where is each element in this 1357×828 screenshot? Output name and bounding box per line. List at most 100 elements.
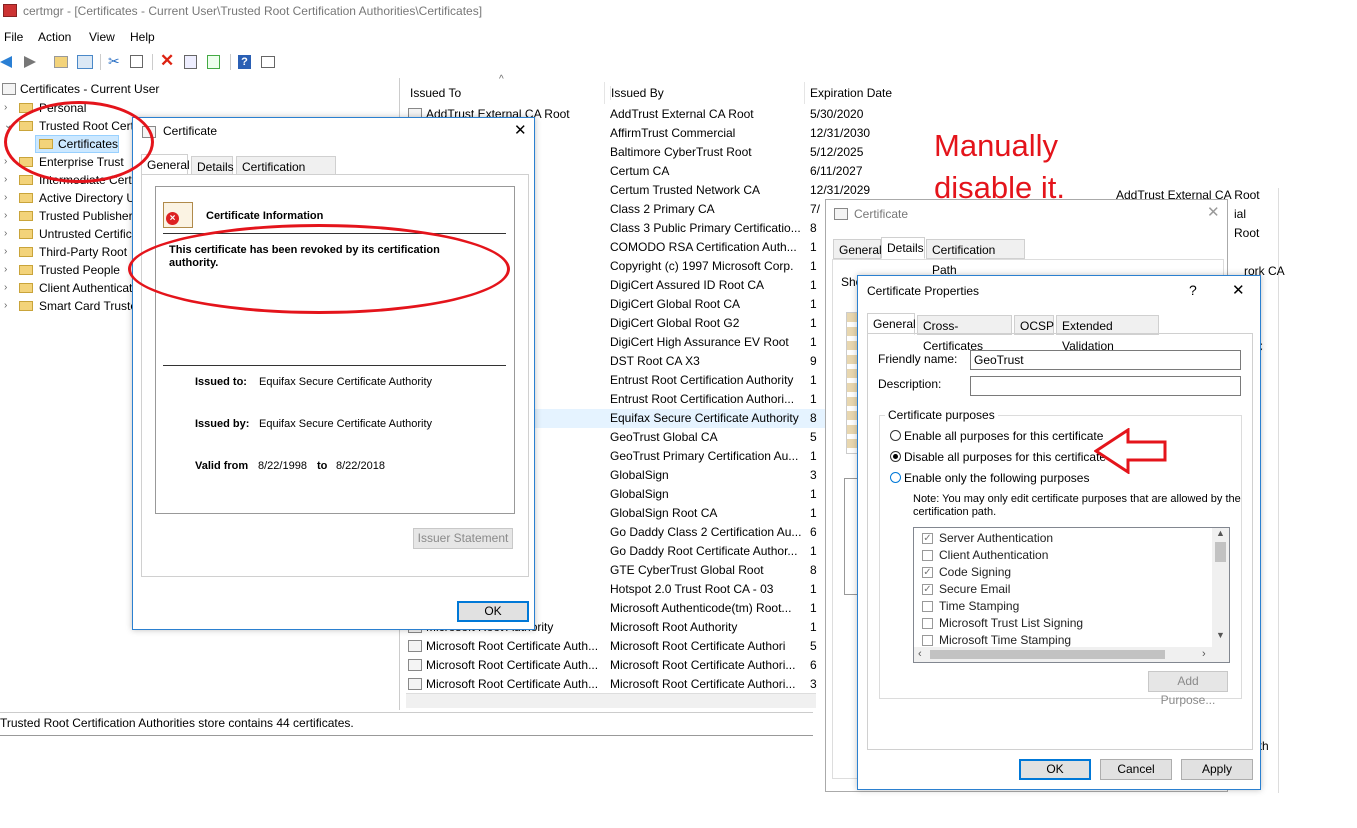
help-icon[interactable]: ? xyxy=(1189,282,1197,298)
tab-extended-validation[interactable]: Extended Validation xyxy=(1056,315,1159,353)
status-bar: Trusted Root Certification Authorities s… xyxy=(0,712,813,736)
chevron-right-icon[interactable]: › xyxy=(4,246,7,257)
scroll-thumb[interactable] xyxy=(930,650,1165,659)
certificate-dialog: Certificate ✕ General Details Certificat… xyxy=(132,117,535,630)
view-icon[interactable] xyxy=(261,56,275,68)
purpose-checkbox[interactable] xyxy=(922,635,933,646)
chevron-left-icon[interactable]: ‹ xyxy=(918,648,922,660)
menu-view[interactable]: View xyxy=(89,30,115,44)
menu-action[interactable]: Action xyxy=(38,30,71,44)
copy-icon[interactable] xyxy=(130,55,143,68)
forward-arrow-icon[interactable] xyxy=(24,56,36,68)
tab-general[interactable]: General xyxy=(867,313,916,335)
chevron-right-icon[interactable]: › xyxy=(4,264,7,275)
add-purpose-button[interactable]: Add Purpose... xyxy=(1148,671,1228,707)
folder-icon xyxy=(19,265,33,275)
toolbar-separator xyxy=(152,54,153,70)
purpose-checkbox[interactable]: ✓ xyxy=(922,584,933,595)
issued-to-cell: Microsoft Root Certificate Auth... xyxy=(426,677,599,691)
cancel-button[interactable]: Cancel xyxy=(1100,759,1172,780)
close-icon[interactable]: ✕ xyxy=(1207,203,1220,221)
dialog-title: Certificate xyxy=(854,207,909,221)
tree-root-icon xyxy=(2,83,16,95)
issued-by-cell: Microsoft Root Authority xyxy=(610,620,738,634)
chevron-right-icon[interactable]: › xyxy=(1202,648,1206,660)
ok-button[interactable]: OK xyxy=(457,601,529,622)
tab-general[interactable]: General xyxy=(833,239,882,259)
tab-ocsp[interactable]: OCSP xyxy=(1014,315,1054,335)
issuer-statement-button[interactable]: Issuer Statement xyxy=(413,528,513,549)
radio-enable-only-label[interactable]: Enable only the following purposes xyxy=(904,471,1089,485)
cut-icon[interactable]: ✂ xyxy=(108,53,120,70)
menu-file[interactable]: File xyxy=(4,30,23,44)
certificate-icon xyxy=(408,678,422,690)
issued-by-cell: Microsoft Root Certificate Authori xyxy=(610,639,786,653)
back-arrow-icon[interactable] xyxy=(0,56,12,68)
tab-details[interactable]: Details xyxy=(881,237,925,259)
chevron-right-icon[interactable]: › xyxy=(4,300,7,311)
chevron-right-icon[interactable]: › xyxy=(4,192,7,203)
issued-to-cell: Microsoft Root Certificate Auth... xyxy=(426,658,599,672)
tab-cross-certificates[interactable]: Cross-Certificates xyxy=(917,315,1012,353)
tab-certification-path[interactable]: Certification Path xyxy=(926,239,1025,277)
radio-disable-all[interactable] xyxy=(890,451,901,462)
vertical-scrollbar[interactable]: ▲ ▼ xyxy=(1212,528,1229,647)
chevron-right-icon[interactable]: › xyxy=(4,282,7,293)
tree-root[interactable]: Certificates - Current User xyxy=(20,82,159,96)
purpose-checkbox[interactable]: ✓ xyxy=(922,567,933,578)
description-input[interactable] xyxy=(970,376,1241,396)
radio-enable-all-label[interactable]: Enable all purposes for this certificate xyxy=(904,429,1103,443)
tab-certification-path[interactable]: Certification Path xyxy=(236,156,336,194)
expiration-cell: 1 xyxy=(810,335,817,349)
column-header-expiration[interactable]: Expiration Date xyxy=(810,86,892,100)
column-header-issued-by[interactable]: Issued By xyxy=(610,86,664,100)
purposes-listbox[interactable]: ✓ Server Authentication Client Authenticat… xyxy=(913,527,1230,663)
purpose-checkbox[interactable] xyxy=(922,550,933,561)
column-header-issued-to[interactable]: Issued To xyxy=(410,86,461,100)
properties-icon[interactable] xyxy=(184,55,197,69)
chevron-right-icon[interactable]: › xyxy=(4,228,7,239)
horizontal-scrollbar[interactable] xyxy=(406,693,816,708)
help-icon[interactable]: ? xyxy=(238,55,251,69)
chevron-right-icon[interactable]: › xyxy=(4,210,7,221)
table-row[interactable]: Microsoft Root Certificate Auth... Micros… xyxy=(402,675,893,694)
purpose-checkbox[interactable] xyxy=(922,618,933,629)
menu-help[interactable]: Help xyxy=(130,30,155,44)
issued-by-cell: GlobalSign Root CA xyxy=(610,506,718,520)
apply-button[interactable]: Apply xyxy=(1181,759,1253,780)
tab-bar: General Cross-Certificates OCSP Extended… xyxy=(867,313,1253,353)
horizontal-scrollbar[interactable]: ‹ › xyxy=(914,647,1229,662)
purpose-checkbox[interactable]: ✓ xyxy=(922,533,933,544)
folder-icon xyxy=(19,211,33,221)
export-list-icon[interactable] xyxy=(230,54,231,70)
refresh-icon[interactable] xyxy=(207,55,220,69)
chevron-right-icon[interactable]: › xyxy=(4,156,7,167)
folder-icon xyxy=(19,229,33,239)
expiration-cell: 1 xyxy=(810,278,817,292)
expiration-cell: 1 xyxy=(810,259,817,273)
radio-enable-only[interactable] xyxy=(890,472,901,483)
ok-button[interactable]: OK xyxy=(1019,759,1091,780)
radio-disable-all-label[interactable]: Disable all purposes for this certificat… xyxy=(904,450,1106,464)
purpose-checkbox[interactable] xyxy=(922,601,933,612)
scroll-thumb[interactable] xyxy=(1215,542,1226,562)
delete-icon[interactable]: ✕ xyxy=(160,51,174,71)
valid-to-label: to xyxy=(317,460,328,472)
issued-by-cell: COMODO RSA Certification Auth... xyxy=(610,240,797,254)
table-row[interactable]: Microsoft Root Certificate Auth... Micros… xyxy=(402,656,893,675)
close-icon[interactable]: ✕ xyxy=(1232,281,1245,299)
annotation-line-1: Manually xyxy=(934,128,1059,163)
expiration-cell: 6 xyxy=(810,525,817,539)
tab-details[interactable]: Details xyxy=(191,156,234,176)
friendly-name-input[interactable]: GeoTrust xyxy=(970,350,1241,370)
show-hide-tree-icon[interactable] xyxy=(77,55,93,69)
chevron-down-icon[interactable]: ▼ xyxy=(1216,630,1225,640)
radio-enable-all[interactable] xyxy=(890,430,901,441)
issued-by-cell: GeoTrust Primary Certification Au... xyxy=(610,449,799,463)
chevron-up-icon[interactable]: ▲ xyxy=(1216,528,1225,538)
up-folder-icon[interactable] xyxy=(54,56,68,68)
chevron-right-icon[interactable]: › xyxy=(4,174,7,185)
chevron-right-icon[interactable]: › xyxy=(4,102,7,113)
table-row[interactable]: Microsoft Root Certificate Auth... Micros… xyxy=(402,637,893,656)
close-icon[interactable]: ✕ xyxy=(514,121,527,139)
